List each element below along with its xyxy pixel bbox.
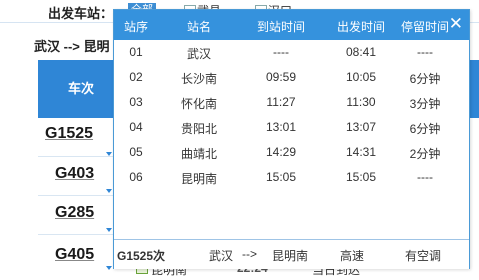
stop-name: 曲靖北 [180, 147, 217, 161]
stop-row: 06 昆明南 15:05 15:05 ---- [114, 165, 469, 190]
stop-seq: 03 [129, 95, 143, 109]
train-number-link[interactable]: G1525 [45, 125, 93, 143]
stop-arrive: 09:59 [265, 70, 297, 84]
stop-row: 03 怀化南 11:27 11:30 3分钟 [114, 90, 469, 115]
caret-down-icon [106, 228, 112, 232]
stop-stay: 3分钟 [409, 97, 441, 111]
header-seq: 站序 [123, 20, 148, 34]
stop-depart: 15:05 [345, 170, 377, 184]
stop-name: 长沙南 [180, 72, 217, 86]
stop-row: 02 长沙南 09:59 10:05 6分钟 [114, 65, 469, 90]
footer-train-type: 高速 [340, 249, 365, 263]
stop-depart: 13:07 [345, 120, 377, 134]
stop-stay: ---- [417, 45, 433, 59]
stop-depart: 10:05 [345, 70, 377, 84]
header-stay: 停留时间 [400, 20, 449, 34]
stop-stay: 6分钟 [409, 122, 441, 136]
footer-ac: 有空调 [405, 249, 442, 263]
stop-name: 贵阳北 [180, 122, 217, 136]
footer-from: 武汉 [209, 249, 234, 263]
caret-down-icon [106, 266, 112, 270]
stop-arrive: 11:27 [266, 95, 296, 109]
caret-down-icon [106, 152, 112, 156]
stop-depart: 14:31 [345, 145, 377, 159]
stop-arrive: 15:05 [265, 170, 297, 184]
stop-depart: 11:30 [346, 95, 376, 109]
stop-stay: 6分钟 [409, 72, 441, 86]
train-column-header: 车次 [38, 60, 124, 118]
train-stops-popup: 站序 站名 到站时间 出发时间 停留时间 ✕ 01 武汉 ---- 08:41 … [113, 9, 470, 269]
stop-row: 05 曲靖北 14:29 14:31 2分钟 [114, 140, 469, 165]
route-title: 武汉 --> 昆明 [34, 39, 110, 54]
header-station: 站名 [186, 20, 211, 34]
stop-seq: 02 [129, 70, 143, 84]
departure-station-label: 出发车站： [48, 6, 114, 21]
train-number-link[interactable]: G285 [55, 204, 94, 222]
stop-seq: 04 [129, 120, 143, 134]
stop-name: 昆明南 [180, 172, 217, 186]
train-number-link[interactable]: G403 [55, 165, 94, 183]
stop-arrive: ---- [273, 45, 289, 59]
header-arrive: 到站时间 [256, 20, 305, 34]
footer-arrow: --> [242, 247, 257, 261]
stop-seq: 01 [129, 45, 143, 59]
footer-to: 昆明南 [272, 249, 309, 263]
stop-seq: 06 [129, 170, 143, 184]
caret-down-icon [106, 189, 112, 193]
stop-arrive: 14:29 [265, 145, 297, 159]
stop-seq: 05 [129, 145, 143, 159]
close-icon[interactable]: ✕ [449, 14, 463, 34]
stop-name: 武汉 [186, 47, 211, 61]
footer-train-number: G1525次 [117, 249, 166, 263]
train-number-link[interactable]: G405 [55, 246, 94, 264]
stop-depart: 08:41 [345, 45, 377, 59]
stop-stay: 2分钟 [409, 147, 441, 161]
header-depart: 出发时间 [336, 20, 385, 34]
popup-header: 站序 站名 到站时间 出发时间 停留时间 ✕ [114, 10, 469, 40]
stop-arrive: 13:01 [265, 120, 297, 134]
stop-stay: ---- [417, 170, 433, 184]
stop-row: 01 武汉 ---- 08:41 ---- [114, 40, 469, 65]
stop-name: 怀化南 [180, 97, 217, 111]
popup-footer: G1525次 武汉 --> 昆明南 高速 有空调 [114, 239, 469, 269]
stop-row: 04 贵阳北 13:01 13:07 6分钟 [114, 115, 469, 140]
